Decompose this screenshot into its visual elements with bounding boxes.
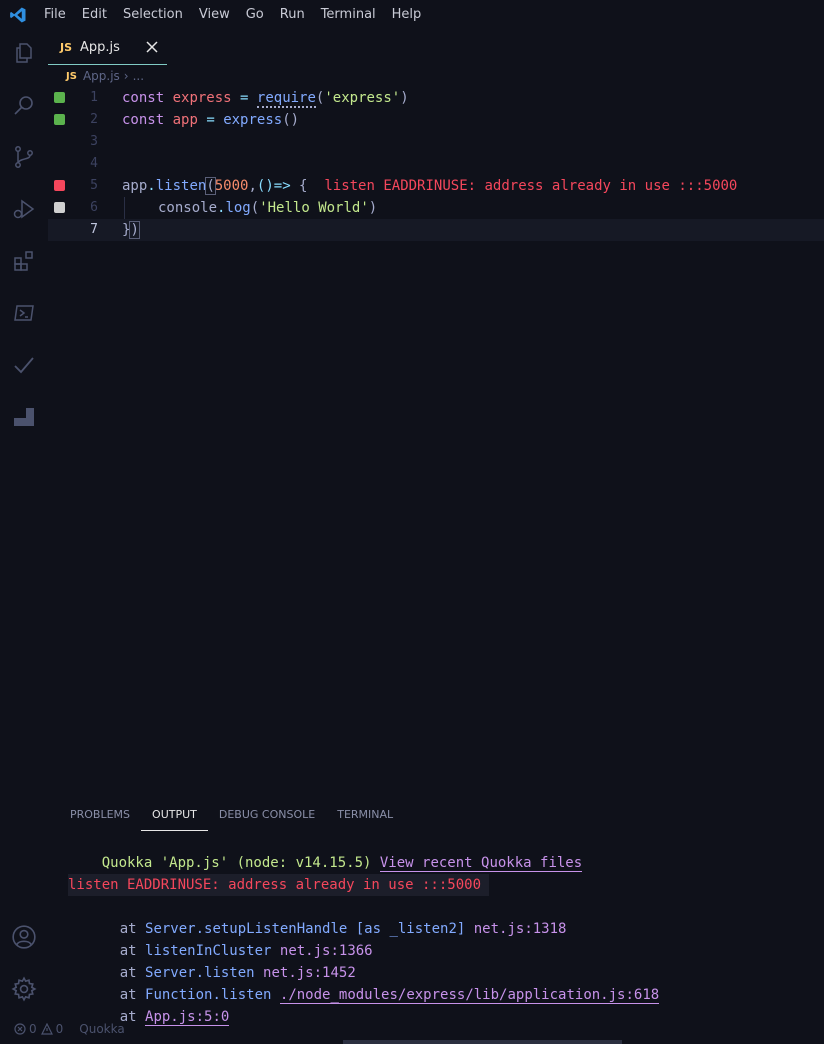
code-text: app.listen(5000,()=> { listen EADDRINUSE… — [122, 177, 738, 195]
breadcrumb-file[interactable]: App.js — [83, 69, 120, 83]
js-file-icon: JS — [66, 70, 77, 82]
code-line-6: 6 console.log('Hello World') — [48, 197, 824, 219]
vscode-logo-icon — [0, 0, 36, 30]
stack-frame: at Server.listen net.js:1452 — [119, 965, 356, 981]
tab-app-js[interactable]: JS App.js — [48, 30, 167, 65]
indent-guide — [124, 197, 125, 219]
settings-gear-icon[interactable] — [9, 974, 39, 1004]
menu-edit[interactable]: Edit — [74, 0, 115, 30]
menu-go[interactable]: Go — [238, 0, 272, 30]
problems-status[interactable]: 0 0 — [14, 1022, 63, 1036]
quokka-ok-marker — [54, 114, 65, 125]
menu-view[interactable]: View — [191, 0, 238, 30]
breadcrumb: JS App.js › ... — [66, 68, 144, 84]
tab-debug-console[interactable]: DEBUG CONSOLE — [208, 804, 326, 830]
quokka-ok-marker — [54, 92, 65, 103]
error-icon — [14, 1023, 26, 1035]
breadcrumb-separator: › — [123, 69, 129, 83]
extensions-icon[interactable] — [9, 246, 39, 276]
tab-label: App.js — [80, 39, 120, 55]
code-text: const express = require('express') — [122, 90, 409, 108]
quokka-header: Quokka 'App.js' (node: v14.15.5) View re… — [101, 855, 583, 872]
source-control-icon[interactable] — [9, 142, 39, 172]
menu-help[interactable]: Help — [384, 0, 430, 30]
error-count: 0 — [29, 1022, 37, 1036]
warning-count: 0 — [55, 1022, 64, 1036]
menu-selection[interactable]: Selection — [115, 0, 191, 30]
status-bar: 0 0 Quokka — [0, 1018, 824, 1040]
title-bar: File Edit Selection View Go Run Terminal… — [0, 0, 824, 30]
code-line-3: 3 — [48, 131, 824, 153]
testing-check-icon[interactable] — [9, 350, 39, 380]
line-number: 2 — [90, 112, 98, 127]
code-text: }) — [122, 221, 140, 239]
stack-frame: at Server.setupListenHandle [as _listen2… — [119, 921, 567, 937]
menu-run[interactable]: Run — [272, 0, 313, 30]
line-number: 7 — [90, 222, 98, 237]
line-number: 5 — [90, 178, 98, 193]
explorer-icon[interactable] — [9, 38, 39, 68]
menu-file[interactable]: File — [36, 0, 74, 30]
stack-file-link[interactable]: ./node_modules/express/lib/application.j… — [279, 987, 660, 1004]
search-icon[interactable] — [9, 90, 39, 120]
error-message: listen EADDRINUSE: address already in us… — [68, 874, 490, 896]
account-icon[interactable] — [9, 922, 39, 952]
quokka-neutral-marker — [54, 202, 65, 213]
code-line-1: 1 const express = require('express') — [48, 87, 824, 109]
editor-tab-bar: JS App.js — [48, 30, 824, 66]
view-recent-quokka-files-link[interactable]: View recent Quokka files — [379, 855, 583, 872]
line-number: 1 — [90, 90, 98, 105]
code-line-2: 2 const app = express() — [48, 109, 824, 131]
line-number: 3 — [90, 134, 98, 149]
stack-frame: at Function.listen ./node_modules/expres… — [119, 987, 660, 1004]
code-line-5: 5 app.listen(5000,()=> { listen EADDRINU… — [48, 175, 824, 197]
quokka-error-marker — [54, 180, 65, 191]
close-icon[interactable] — [145, 40, 159, 54]
stack-frame: at App.js:5:0 — [119, 1009, 230, 1026]
stairs-icon[interactable] — [9, 402, 39, 432]
line-number: 4 — [90, 156, 98, 171]
tab-problems[interactable]: PROBLEMS — [59, 804, 141, 830]
warning-icon — [40, 1023, 53, 1035]
js-file-icon: JS — [60, 40, 73, 54]
stack-frame: at listenInCluster net.js:1366 — [119, 943, 373, 959]
menu-terminal[interactable]: Terminal — [313, 0, 384, 30]
tab-output[interactable]: OUTPUT — [141, 804, 208, 831]
code-line-4: 4 — [48, 153, 824, 175]
code-editor[interactable]: 1 const express = require('express') 2 c… — [48, 87, 824, 247]
code-text: const app = express() — [122, 112, 300, 128]
powershell-icon[interactable] — [9, 298, 39, 328]
run-debug-icon[interactable] — [9, 194, 39, 224]
line-number: 6 — [90, 200, 98, 215]
tab-terminal[interactable]: TERMINAL — [326, 804, 404, 830]
activity-bar — [0, 30, 48, 1014]
code-text: console.log('Hello World') — [158, 200, 378, 216]
breadcrumb-more[interactable]: ... — [133, 69, 144, 83]
panel-tab-bar: PROBLEMS OUTPUT DEBUG CONSOLE TERMINAL — [48, 804, 824, 831]
horizontal-scrollbar[interactable] — [343, 1040, 622, 1044]
code-line-7: 7 }) — [48, 219, 824, 241]
inline-error-message: listen EADDRINUSE: address already in us… — [324, 178, 738, 194]
quokka-status[interactable]: Quokka — [79, 1022, 124, 1036]
